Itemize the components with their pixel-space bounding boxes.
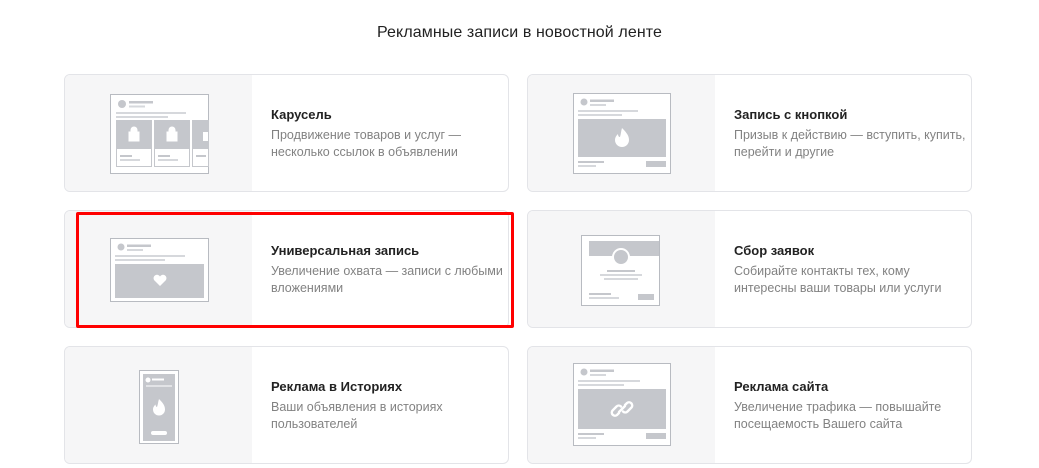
carousel-preview <box>65 75 252 191</box>
format-card-stories[interactable]: Реклама в Историях Ваши объявления в ист… <box>64 346 509 464</box>
format-card-carousel[interactable]: Карусель Продвижение товаров и услуг — н… <box>64 74 509 192</box>
lead-form-preview <box>528 211 715 327</box>
button-post-preview-icon <box>573 93 671 174</box>
stories-preview <box>65 347 252 463</box>
format-description: Увеличение охвата — записи с любыми влож… <box>271 264 503 295</box>
format-card-universal[interactable]: Универсальная запись Увеличение охвата —… <box>64 210 509 328</box>
format-name: Сбор заявок <box>734 243 815 258</box>
format-description: Собирайте контакты тех, кому интересны в… <box>734 264 942 295</box>
format-description: Ваши объявления в историях пользователей <box>271 400 443 431</box>
stories-preview-icon <box>139 370 179 444</box>
format-description: Продвижение товаров и услуг — несколько … <box>271 128 462 159</box>
page-title: Рекламные записи в новостной ленте <box>376 24 663 41</box>
format-name: Универсальная запись <box>271 243 420 258</box>
site-ad-preview <box>528 347 715 463</box>
universal-post-preview <box>65 211 252 327</box>
format-name: Запись с кнопкой <box>734 107 848 122</box>
universal-post-preview-icon <box>110 238 209 302</box>
format-description: Увеличение трафика — повышайте посещаемо… <box>734 400 942 431</box>
format-name: Карусель <box>271 107 332 122</box>
format-description: Призыв к действию — вступить, купить, пе… <box>734 128 966 159</box>
format-card-leads[interactable]: Сбор заявок Собирайте контакты тех, кому… <box>527 210 972 328</box>
carousel-preview-icon <box>110 94 209 174</box>
format-name: Реклама в Историях <box>271 379 403 394</box>
button-post-preview <box>528 75 715 191</box>
format-card-button[interactable]: Запись с кнопкой Призыв к действию — вст… <box>527 74 972 192</box>
format-name: Реклама сайта <box>734 379 829 394</box>
lead-form-preview-icon <box>581 235 660 306</box>
site-ad-preview-icon <box>573 363 671 446</box>
format-card-site[interactable]: Реклама сайта Увеличение трафика — повыш… <box>527 346 972 464</box>
